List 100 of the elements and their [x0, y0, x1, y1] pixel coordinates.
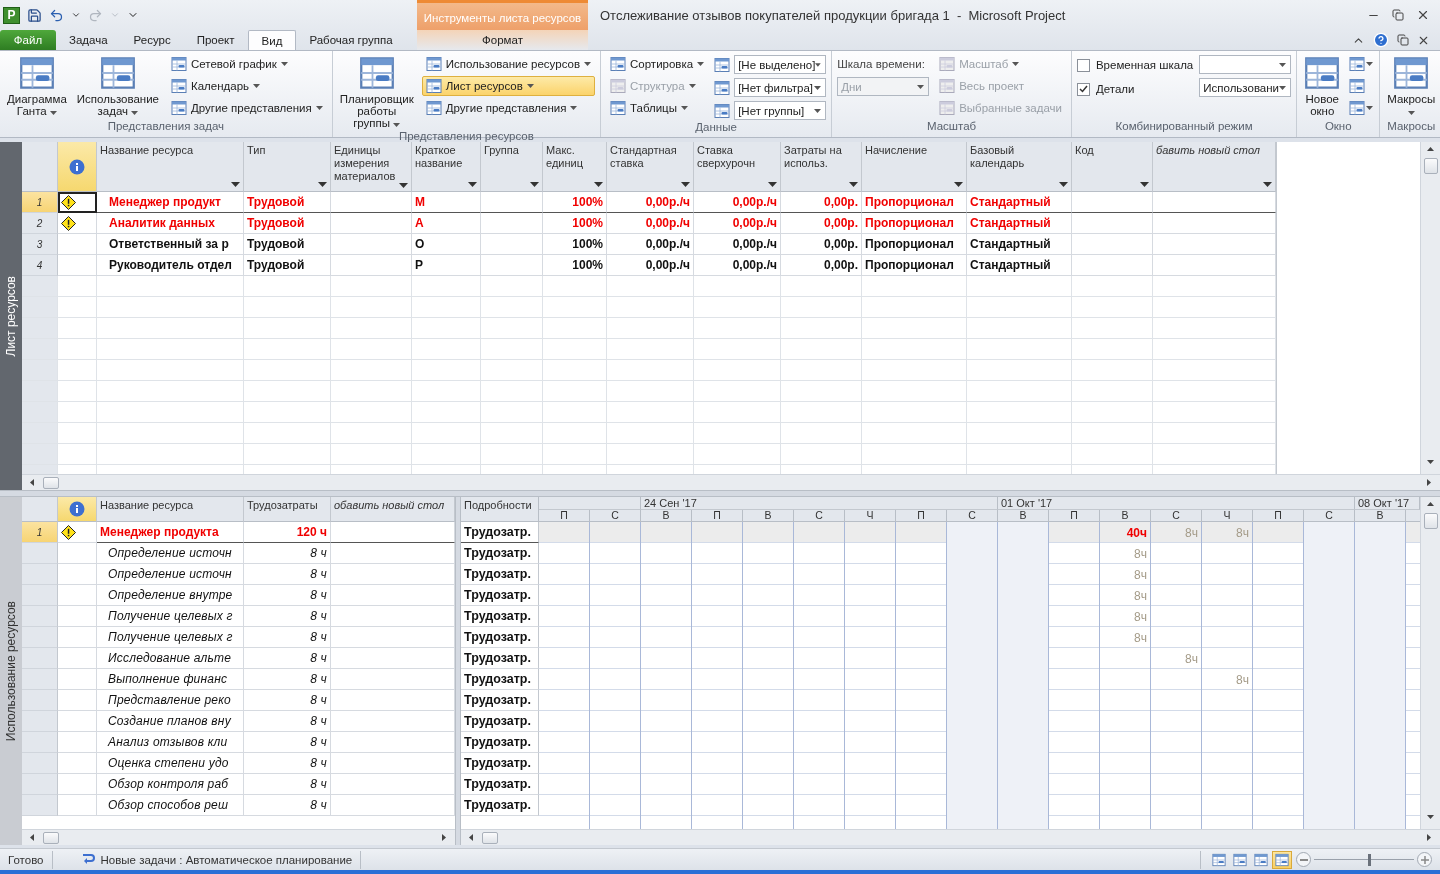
ribbon-button[interactable]: Другие представления	[167, 98, 327, 118]
scroll-down-icon[interactable]	[1426, 813, 1435, 822]
column-header[interactable]: Базовый календарь	[967, 142, 1072, 192]
ribbon-button[interactable]: Другие представления	[421, 98, 595, 118]
dropdown-arrow-icon[interactable]	[530, 182, 539, 187]
horizontal-scrollbar[interactable]	[461, 829, 1440, 845]
dropdown-arrow-icon[interactable]	[468, 182, 477, 187]
dropdown-arrow-icon[interactable]	[681, 182, 690, 187]
vertical-scrollbar[interactable]	[1420, 497, 1440, 829]
restore-icon[interactable]	[1392, 9, 1404, 21]
column-header[interactable]: обавить новый стол	[331, 497, 455, 522]
scroll-down-icon[interactable]	[1426, 458, 1435, 467]
column-header[interactable]: Подробности	[461, 497, 539, 522]
undo-icon[interactable]	[49, 7, 64, 23]
column-header[interactable]: Стандартная ставка	[607, 142, 694, 192]
slider-thumb[interactable]	[1368, 853, 1371, 866]
save-icon[interactable]	[27, 7, 42, 23]
vertical-scrollbar[interactable]	[1420, 142, 1440, 474]
column-header[interactable]	[58, 497, 97, 522]
window-button[interactable]	[1348, 98, 1375, 118]
column-header[interactable]	[58, 142, 97, 192]
horizontal-scrollbar[interactable]	[22, 829, 455, 845]
scroll-right-icon[interactable]	[1425, 833, 1434, 842]
dropdown-arrow-icon[interactable]	[594, 182, 603, 187]
table-cell: Получение целевых г	[97, 606, 244, 627]
dropdown-arrow-icon[interactable]	[954, 182, 963, 187]
table-icon	[610, 100, 626, 116]
dropdown-field[interactable]: [Нет группы]	[734, 101, 827, 120]
caret-icon	[681, 106, 688, 110]
dropdown-arrow-icon[interactable]	[768, 182, 777, 187]
help-icon[interactable]	[1373, 32, 1389, 48]
column-header[interactable]: Тип	[244, 142, 331, 192]
ribbon-tab[interactable]: Вид	[247, 30, 297, 50]
row-number[interactable]: 4	[22, 255, 58, 276]
column-header[interactable]: Единицы измерения материалов	[331, 142, 412, 192]
column-header[interactable]: Краткое название	[412, 142, 481, 192]
ribbon-tab[interactable]: Файл	[0, 30, 56, 50]
caret-icon[interactable]	[71, 10, 81, 20]
column-header[interactable]: Группа	[481, 142, 543, 192]
scroll-right-icon[interactable]	[1425, 478, 1434, 487]
zoom-in-button[interactable]	[1417, 852, 1432, 867]
dropdown-arrow-icon[interactable]	[1059, 182, 1068, 187]
ribbon-button[interactable]: Таблицы	[606, 98, 709, 118]
status-text[interactable]: Новые задачи : Автоматическое планирование	[100, 853, 353, 866]
dropdown-arrow-icon[interactable]	[231, 182, 240, 187]
column-header[interactable]: Код	[1072, 142, 1153, 192]
zoom-out-button[interactable]	[1296, 852, 1311, 867]
ribbon-button[interactable]: Диаграмма Ганта	[5, 54, 69, 118]
column-header[interactable]: бавить новый стол	[1153, 142, 1276, 192]
checkbox[interactable]	[1076, 58, 1090, 72]
column-header[interactable]: Название ресурса	[97, 142, 244, 192]
ribbon-tab[interactable]: Ресурс	[120, 30, 184, 50]
ribbon-button[interactable]: Новое окно	[1302, 54, 1343, 118]
row-number[interactable]: 3	[22, 234, 58, 255]
scrollbar-thumb[interactable]	[482, 831, 498, 844]
dropdown-field[interactable]: [Не выделено]	[734, 55, 827, 74]
view-button[interactable]	[1272, 850, 1292, 869]
column-header[interactable]: Ставка сверхурочн	[694, 142, 781, 192]
ribbon-button[interactable]: Макросы	[1385, 54, 1438, 118]
restore-icon[interactable]	[1397, 34, 1409, 46]
row-number[interactable]: 1	[22, 192, 58, 213]
dropdown-arrow-icon[interactable]	[849, 182, 858, 187]
dropdown-arrow-icon[interactable]	[1263, 182, 1272, 187]
dropdown-arrow-icon[interactable]	[1140, 182, 1149, 187]
scroll-left-icon[interactable]	[28, 833, 37, 842]
dropdown-field[interactable]	[1199, 55, 1292, 74]
ribbon-tab[interactable]: Проект	[183, 30, 248, 50]
scroll-left-icon[interactable]	[467, 833, 476, 842]
column-header[interactable]: Начисление	[862, 142, 967, 192]
scrollbar-thumb[interactable]	[1423, 158, 1438, 174]
dropdown-arrow-icon[interactable]	[399, 183, 408, 188]
ribbon-button[interactable]: Сортировка	[606, 54, 709, 74]
ribbon-button[interactable]: Использование ресурсов	[421, 54, 595, 74]
scrollbar-thumb[interactable]	[1423, 513, 1438, 529]
ribbon-button[interactable]: Лист ресурсов	[421, 76, 595, 96]
ribbon-tab[interactable]: Рабочая группа	[296, 30, 406, 50]
scroll-left-icon[interactable]	[28, 478, 37, 487]
scrollbar-thumb[interactable]	[43, 476, 59, 489]
column-header[interactable]: Трудозатраты	[244, 497, 331, 522]
ribbon-button[interactable]: Использование задач	[74, 54, 161, 118]
dropdown-field[interactable]: [Нет фильтра]	[734, 78, 827, 97]
row-number[interactable]: 1	[22, 522, 58, 543]
dropdown-arrow-icon[interactable]	[318, 182, 327, 187]
ribbon-button[interactable]: Сетевой график	[167, 54, 327, 74]
horizontal-scrollbar[interactable]	[22, 474, 1440, 490]
scrollbar-thumb[interactable]	[43, 831, 59, 844]
ribbon-button[interactable]: Планировщик работы группы	[337, 54, 416, 130]
column-header[interactable]: Макс. единиц	[543, 142, 607, 192]
dropdown-field[interactable]: Использовани	[1199, 78, 1292, 97]
ribbon-tab[interactable]: Задача	[56, 30, 121, 50]
ribbon-button[interactable]: Календарь	[167, 76, 327, 96]
scroll-up-icon[interactable]	[1426, 500, 1435, 509]
column-header[interactable]: Название ресурса	[97, 497, 244, 522]
row-number[interactable]: 2	[22, 213, 58, 234]
scroll-up-icon[interactable]	[1426, 145, 1435, 154]
column-header[interactable]: Затраты на использ.	[781, 142, 862, 192]
window-button[interactable]	[1348, 54, 1375, 74]
scroll-right-icon[interactable]	[440, 833, 449, 842]
checkbox[interactable]	[1076, 82, 1090, 96]
close-icon[interactable]	[1416, 8, 1430, 22]
